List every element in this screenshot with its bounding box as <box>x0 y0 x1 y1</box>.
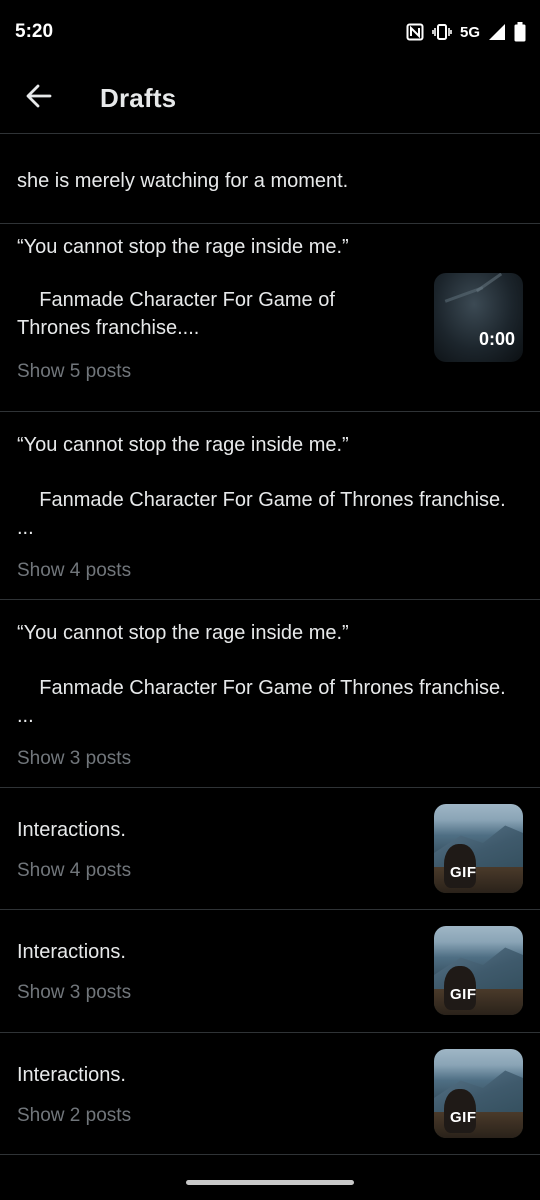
draft-text: “You cannot stop the rage inside me.” <box>17 434 349 456</box>
draft-item[interactable]: Interactions. Show 4 posts GIF <box>0 788 540 910</box>
show-posts-link[interactable]: Show 4 posts <box>17 860 131 882</box>
draft-text: Interactions. <box>17 1064 126 1086</box>
draft-item[interactable]: Interactions. Show 3 posts GIF <box>0 910 540 1033</box>
show-posts-link[interactable]: Show 2 posts <box>17 1105 131 1127</box>
draft-text: Interactions. <box>17 941 126 963</box>
arrow-left-icon <box>26 84 52 113</box>
status-bar: 5:20 5G <box>0 0 540 64</box>
top-app-bar: Drafts <box>0 64 540 134</box>
video-thumbnail[interactable]: 0:00 <box>434 273 523 362</box>
draft-text-body: Fanmade Character For Game of Thrones fr… <box>17 489 506 539</box>
draft-item[interactable]: she is merely watching for a moment. <box>0 134 540 224</box>
battery-icon <box>514 22 526 42</box>
drafts-list: she is merely watching for a moment. “Yo… <box>0 134 540 1155</box>
show-posts-link[interactable]: Show 5 posts <box>17 361 131 383</box>
gif-thumbnail[interactable]: GIF <box>434 926 523 1015</box>
signal-icon <box>488 23 506 41</box>
status-icons: 5G <box>406 22 526 42</box>
gif-badge: GIF <box>450 986 477 1003</box>
draft-text-body: Fanmade Character For Game of Thrones fr… <box>17 677 506 727</box>
show-posts-link[interactable]: Show 4 posts <box>17 560 131 582</box>
draft-item[interactable]: “You cannot stop the rage inside me.” Fa… <box>0 224 540 412</box>
show-posts-link[interactable]: Show 3 posts <box>17 748 131 770</box>
draft-item[interactable]: “You cannot stop the rage inside me.” Fa… <box>0 600 540 788</box>
draft-item[interactable]: “You cannot stop the rage inside me.” Fa… <box>0 412 540 600</box>
draft-text: “You cannot stop the rage inside me.” <box>17 622 349 644</box>
gif-badge: GIF <box>450 1109 477 1126</box>
status-time: 5:20 <box>15 21 54 42</box>
draft-text-body: Fanmade Character For Game of Thrones fr… <box>17 289 335 339</box>
show-posts-link[interactable]: Show 3 posts <box>17 982 131 1004</box>
video-duration: 0:00 <box>478 329 515 349</box>
draft-text: she is merely watching for a moment. <box>17 170 349 192</box>
network-type: 5G <box>459 23 480 41</box>
page-title: Drafts <box>100 83 177 113</box>
home-indicator[interactable] <box>186 1180 354 1185</box>
draft-text: “You cannot stop the rage inside me.” <box>17 236 349 258</box>
nfc-icon <box>406 23 424 41</box>
back-button[interactable] <box>16 76 62 122</box>
gif-thumbnail[interactable]: GIF <box>434 1049 523 1138</box>
draft-text: Interactions. <box>17 819 126 841</box>
gif-badge: GIF <box>450 864 477 881</box>
vibrate-icon <box>432 23 452 41</box>
gif-thumbnail[interactable]: GIF <box>434 804 523 893</box>
draft-item[interactable]: Interactions. Show 2 posts GIF <box>0 1033 540 1155</box>
